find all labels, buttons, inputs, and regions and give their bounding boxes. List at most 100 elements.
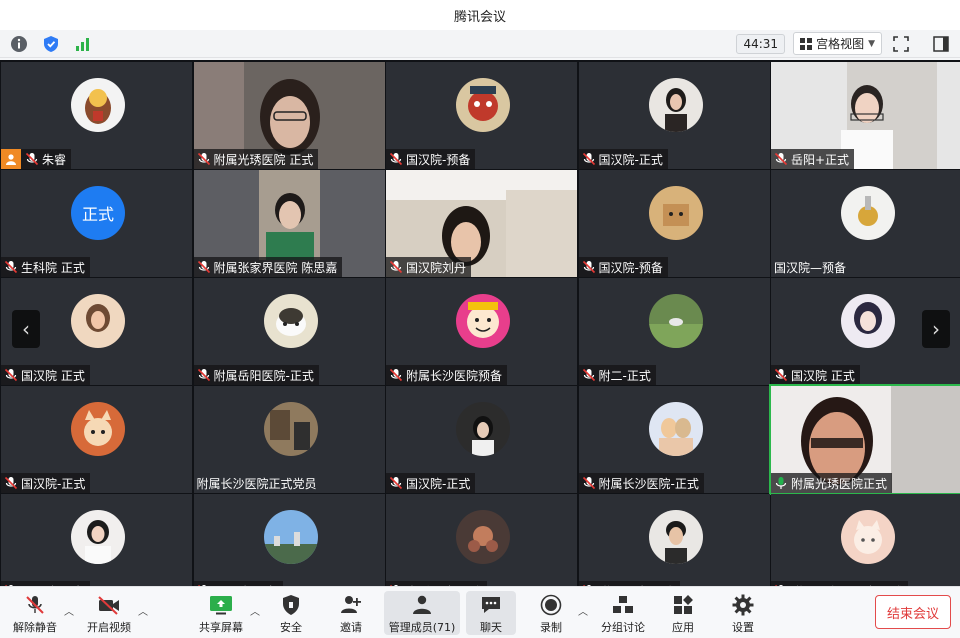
manage-members-label: 管理成员(71) <box>388 621 456 634</box>
participant-tile[interactable]: 附二-正式 <box>578 278 770 385</box>
mic-muted-icon <box>582 368 595 382</box>
camera-off-icon <box>96 593 122 617</box>
participant-tile[interactable]: 国汉院-预备 <box>386 62 577 169</box>
participant-name-bar: 朱睿 <box>1 149 72 169</box>
participant-name: 附属光琇医院正式 <box>791 476 888 491</box>
start-video-label: 开启视频 <box>87 621 131 634</box>
mic-muted-icon <box>389 152 403 166</box>
participant-avatar <box>263 294 318 348</box>
record-options-caret-icon[interactable]: ︿ <box>578 603 590 618</box>
participant-tile[interactable]: 岳阳+正式 <box>771 62 960 169</box>
participant-tile[interactable]: 附属张家界医院-正式 <box>771 494 960 586</box>
info-icon[interactable] <box>8 33 30 55</box>
participant-name-bar: 国汉院-正式 <box>578 149 668 169</box>
participant-tile[interactable]: 国汉院—预备 <box>771 170 960 277</box>
participant-tile[interactable]: 附属岳阳医院-正式 <box>193 278 385 385</box>
participant-name: 朱睿 <box>42 152 67 167</box>
shield-icon[interactable] <box>40 33 62 55</box>
participant-tile[interactable]: 光琇医院-正式 <box>386 494 577 586</box>
participant-avatar <box>648 402 703 456</box>
participant-name-bar: 国汉院-预备 <box>386 149 476 169</box>
participant-tile[interactable]: 附属长沙医院正式党员 <box>193 386 385 493</box>
participant-name: 国汉院-正式 <box>406 476 471 491</box>
layout-view-button[interactable]: 宫格视图 ▼ <box>793 32 882 55</box>
chat-button[interactable]: 聊天 <box>466 591 516 635</box>
participant-name-bar: 附属岳阳医院-正式 <box>193 365 319 385</box>
mic-active-icon <box>775 477 787 489</box>
participant-tile[interactable]: 国汉院-正式 <box>1 386 192 493</box>
sidebar-toggle-icon[interactable] <box>930 33 952 55</box>
participant-tile[interactable]: 附属长沙医院-正式 <box>578 386 770 493</box>
participant-name: 附属张家界医院 陈思嘉 <box>213 260 338 275</box>
participant-tile[interactable]: 国汉院-正式 <box>578 62 770 169</box>
participant-tile[interactable]: 附二医院-正式 <box>578 494 770 586</box>
share-options-caret-icon[interactable]: ︿ <box>250 603 262 618</box>
participant-avatar <box>456 294 510 348</box>
participant-tile[interactable]: 国汉院刘丹 <box>386 170 577 277</box>
layout-view-label: 宫格视图 <box>816 37 865 51</box>
security-button[interactable]: 安全 <box>268 591 314 635</box>
shield-icon <box>278 593 304 617</box>
participant-avatar <box>263 402 318 456</box>
mic-muted-icon <box>25 152 39 166</box>
participant-tile[interactable]: 国汉院-预备 <box>578 170 770 277</box>
participant-avatar <box>71 402 125 456</box>
video-options-caret-icon[interactable]: ︿ <box>138 603 150 618</box>
fullscreen-icon[interactable] <box>890 33 912 55</box>
participant-tile[interactable]: 国汉院-正式 <box>386 386 577 493</box>
participant-tile[interactable]: 朱睿 <box>1 62 192 169</box>
invite-button[interactable]: 邀请 <box>328 591 374 635</box>
gear-icon <box>730 593 756 617</box>
participant-tile[interactable]: 国汉院-预备 <box>1 494 192 586</box>
mic-muted-icon <box>197 260 210 274</box>
participant-tile[interactable]: 正式 生科院 正式 <box>1 170 192 277</box>
participant-tile[interactable]: 附属光琇医院 正式 <box>193 62 385 169</box>
participant-name: 附属长沙医院-正式 <box>598 476 699 491</box>
mic-muted-icon <box>774 152 788 166</box>
unmute-button[interactable]: 解除静音 <box>8 591 62 635</box>
start-video-button[interactable]: 开启视频 <box>82 591 136 635</box>
bottom-toolbar: 解除静音 ︿ 开启视频 ︿ 共享屏幕 ︿ 安全 邀请 管理成员(71) 聊天 录… <box>0 586 960 638</box>
caret-down-icon: ▼ <box>868 38 875 49</box>
grid-icon <box>800 37 813 50</box>
participant-name-bar: 生科院 正式 <box>1 257 90 277</box>
apps-icon <box>670 593 696 617</box>
meeting-timer: 44:31 <box>736 33 786 54</box>
mic-muted-icon <box>389 476 403 490</box>
mic-muted-icon <box>4 476 18 490</box>
participant-name-bar: 附属光琇医院正式 <box>771 473 893 493</box>
signal-icon[interactable] <box>72 33 94 55</box>
mic-muted-icon <box>197 152 210 166</box>
record-button[interactable]: 录制 <box>528 591 574 635</box>
participant-name: 附属长沙医院预备 <box>406 368 503 383</box>
breakout-rooms-button[interactable]: 分组讨论 <box>598 591 648 635</box>
participant-tile[interactable]: 附属光琇医院正式 <box>769 384 960 495</box>
apps-button[interactable]: 应用 <box>660 591 706 635</box>
apps-label: 应用 <box>672 621 694 634</box>
mic-muted-icon <box>582 260 595 274</box>
manage-members-button[interactable]: 管理成员(71) <box>384 591 460 635</box>
unmute-label: 解除静音 <box>13 621 57 634</box>
end-meeting-button[interactable]: 结束会议 <box>875 595 951 629</box>
participant-tile[interactable]: 国汉院-预备 <box>193 494 385 586</box>
settings-button[interactable]: 设置 <box>720 591 766 635</box>
participant-name: 生科院 正式 <box>21 260 85 275</box>
prev-page-button[interactable]: ‹ <box>12 310 40 348</box>
participant-name: 国汉院—预备 <box>774 260 847 275</box>
participant-avatar <box>456 510 510 564</box>
participant-avatar <box>841 294 895 348</box>
participant-avatar <box>456 402 510 456</box>
participant-avatar <box>648 186 703 240</box>
participant-tile[interactable]: 附属张家界医院 陈思嘉 <box>193 170 385 277</box>
participant-name-bar: 国汉院-预备 <box>578 257 668 277</box>
participant-avatar <box>841 510 895 564</box>
participant-tile[interactable]: 附属长沙医院预备 <box>386 278 577 385</box>
audio-options-caret-icon[interactable]: ︿ <box>64 603 76 618</box>
share-screen-button[interactable]: 共享屏幕 <box>194 591 248 635</box>
participant-avatar <box>71 78 125 132</box>
share-screen-label: 共享屏幕 <box>199 621 243 634</box>
next-page-button[interactable]: › <box>922 310 950 348</box>
participant-name: 附二-正式 <box>598 368 651 383</box>
participant-avatar <box>456 78 510 132</box>
participant-name-bar: 附属长沙医院-正式 <box>578 473 704 493</box>
